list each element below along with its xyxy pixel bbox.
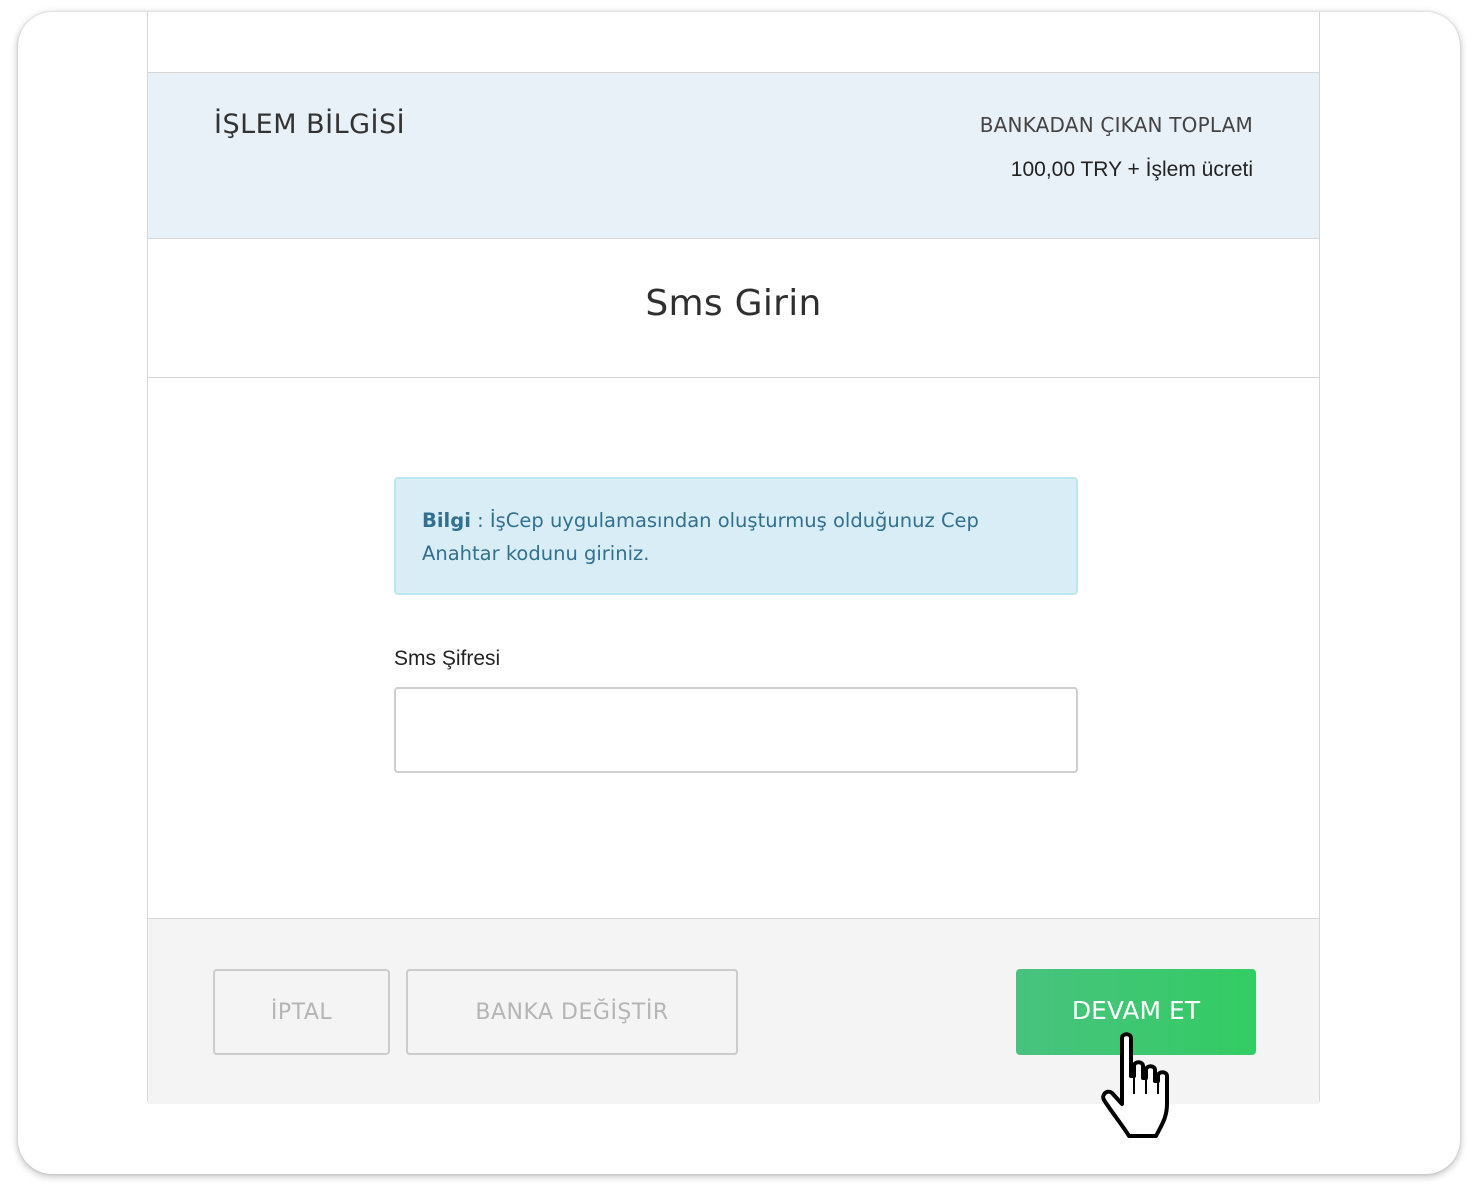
transaction-info-title: İŞLEM BİLGİSİ — [214, 109, 406, 140]
bank-total-label: BANKADAN ÇIKAN TOPLAM — [979, 113, 1253, 137]
page-title: Sms Girin — [645, 283, 822, 324]
alert-label: Bilgi — [422, 509, 471, 532]
title-section: Sms Girin — [148, 239, 1319, 378]
screenshot-frame: İŞLEM BİLGİSİ BANKADAN ÇIKAN TOPLAM 100,… — [18, 12, 1460, 1174]
payment-card: İŞLEM BİLGİSİ BANKADAN ÇIKAN TOPLAM 100,… — [147, 12, 1320, 1104]
info-alert: Bilgi : İşCep uygulamasından oluşturmuş … — [394, 477, 1078, 595]
transaction-info-header: İŞLEM BİLGİSİ BANKADAN ÇIKAN TOPLAM 100,… — [148, 73, 1319, 239]
alert-separator: : — [470, 509, 490, 532]
change-bank-button[interactable]: BANKA DEĞİŞTİR — [406, 969, 738, 1055]
hand-pointer-icon — [1101, 1032, 1169, 1138]
sms-password-label: Sms Şifresi — [394, 647, 501, 670]
top-strip — [148, 12, 1319, 73]
sms-form: Bilgi : İşCep uygulamasından oluşturmuş … — [394, 477, 1078, 773]
cancel-button[interactable]: İPTAL — [213, 969, 390, 1055]
sms-password-input[interactable] — [394, 687, 1078, 773]
bank-total-value: 100,00 TRY + İşlem ücreti — [1010, 158, 1253, 181]
alert-message: İşCep uygulamasından oluşturmuş olduğunu… — [422, 509, 979, 565]
